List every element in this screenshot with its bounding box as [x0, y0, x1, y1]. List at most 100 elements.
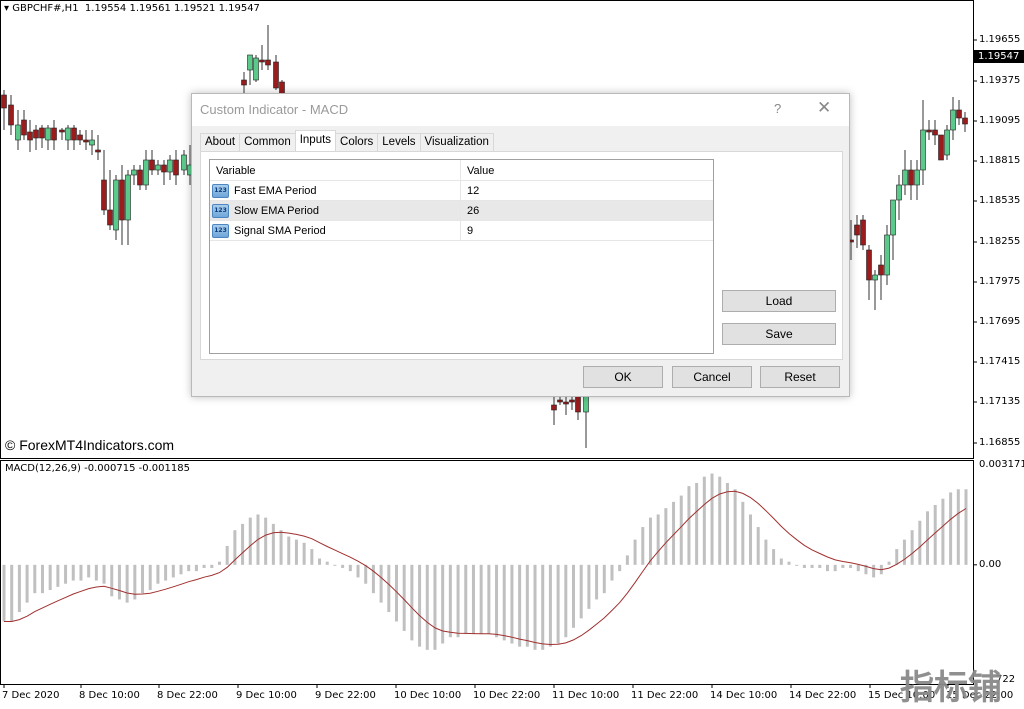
macd-histogram-bar	[610, 564, 614, 581]
macd-histogram-bar	[733, 489, 737, 565]
symbol-label: GBPCHF#,H1	[12, 3, 79, 14]
macd-histogram-bar	[833, 564, 837, 572]
tab-about[interactable]: About	[200, 133, 241, 151]
variable-value[interactable]: 12	[461, 181, 485, 200]
price-tick: 1.19095	[979, 115, 1021, 126]
bear-candle	[107, 209, 113, 226]
bear-candle	[83, 139, 89, 143]
reset-button[interactable]: Reset	[760, 366, 840, 388]
macd-histogram-bar	[287, 536, 291, 565]
macd-histogram-bar	[87, 564, 91, 578]
bear-candle	[241, 79, 247, 86]
macd-histogram-bar	[695, 482, 699, 565]
tab-colors[interactable]: Colors	[335, 133, 379, 151]
bull-candle	[253, 57, 259, 81]
cancel-button[interactable]: Cancel	[672, 366, 752, 388]
macd-histogram-bar	[79, 564, 83, 581]
bear-candle	[956, 109, 962, 119]
ok-button[interactable]: OK	[583, 366, 663, 388]
macd-histogram-bar	[341, 564, 345, 568]
ohlc-open: 1.19554	[84, 3, 127, 14]
help-icon[interactable]: ?	[774, 101, 781, 116]
tab-common[interactable]: Common	[239, 133, 296, 151]
macd-histogram-bar	[387, 564, 391, 613]
ohlc-close: 1.19547	[218, 3, 260, 14]
bull-candle	[143, 159, 149, 186]
dropdown-triangle-icon[interactable]: ▾	[4, 3, 9, 14]
price-tick: 1.19655	[979, 34, 1021, 45]
macd-histogram-bar	[648, 517, 652, 565]
macd-histogram-bar	[533, 564, 537, 650]
macd-histogram-bar	[194, 564, 198, 572]
macd-histogram-bar	[895, 549, 899, 565]
macd-histogram-bar	[949, 492, 953, 565]
macd-histogram-bar	[471, 564, 475, 635]
table-row[interactable]: 123 Signal SMA Period 9	[210, 221, 713, 241]
bear-candle	[137, 169, 143, 186]
macd-histogram-bar	[587, 564, 591, 609]
macd-histogram-bar	[164, 564, 168, 581]
macd-histogram-bar	[302, 542, 306, 565]
macd-histogram-bar	[779, 558, 783, 565]
macd-histogram-bar	[641, 527, 645, 565]
macd-histogram-bar	[187, 564, 191, 572]
macd-histogram-bar	[356, 564, 360, 578]
table-row[interactable]: 123 Fast EMA Period 12	[210, 181, 713, 201]
price-tick: 1.17695	[979, 316, 1021, 327]
bull-candle	[89, 139, 95, 146]
macd-histogram-bar	[956, 489, 960, 565]
macd-histogram-bar	[510, 564, 514, 644]
macd-histogram-bar	[248, 517, 252, 565]
macd-histogram-bar	[264, 517, 268, 565]
macd-histogram-bar	[495, 564, 499, 638]
tab-inputs[interactable]: Inputs	[294, 130, 337, 151]
macd-subwindow-frame	[0, 460, 974, 685]
price-tick: 1.17415	[979, 356, 1021, 367]
macd-histogram-bar	[410, 564, 414, 641]
integer-icon: 123	[212, 183, 229, 198]
macd-histogram-bar	[71, 564, 75, 581]
macd-histogram-bar	[910, 530, 914, 565]
macd-histogram-bar	[56, 564, 60, 587]
macd-histogram-bar	[625, 555, 629, 565]
macd-histogram-bar	[841, 564, 845, 568]
tab-visualization[interactable]: Visualization	[419, 133, 494, 151]
bear-candle	[860, 219, 866, 246]
macd-histogram-bar	[441, 564, 445, 644]
bull-candle	[65, 127, 71, 141]
bull-candle	[15, 124, 21, 141]
load-button[interactable]: Load	[722, 290, 836, 312]
save-button[interactable]: Save	[722, 323, 836, 345]
macd-histogram-bar	[379, 564, 383, 603]
table-row[interactable]: 123 Slow EMA Period 26	[210, 201, 713, 221]
macd-histogram-bar	[364, 564, 368, 584]
macd-histogram-bar	[48, 564, 52, 591]
dialog-titlebar[interactable]: Custom Indicator - MACD ? ✕	[192, 94, 849, 126]
price-tick: 1.16855	[979, 437, 1021, 448]
macd-histogram-bar	[102, 564, 106, 584]
bear-candle	[21, 119, 27, 136]
tab-levels[interactable]: Levels	[377, 133, 421, 151]
macd-histogram-bar	[217, 561, 221, 565]
macd-histogram-bar	[448, 564, 452, 638]
bull-candle	[950, 109, 956, 131]
bear-candle	[1, 94, 7, 109]
macd-histogram-bar	[818, 564, 822, 568]
bear-candle	[77, 134, 83, 141]
macd-histogram-bar	[464, 564, 468, 635]
macd-histogram-bar	[148, 564, 152, 591]
inputs-grid: Variable Value 123 Fast EMA Period 12 123…	[209, 159, 714, 354]
variable-value[interactable]: 26	[461, 201, 485, 220]
time-tick: 8 Dec 10:00	[79, 690, 140, 701]
header-variable[interactable]: Variable	[210, 160, 461, 180]
macd-histogram-bar	[333, 564, 337, 566]
close-icon[interactable]: ✕	[817, 98, 831, 118]
macd-histogram-bar	[502, 564, 506, 641]
integer-icon: 123	[212, 223, 229, 238]
bull-candle	[914, 169, 920, 186]
variable-value[interactable]: 9	[461, 221, 479, 240]
grid-header: Variable Value	[210, 160, 713, 181]
header-value[interactable]: Value	[461, 160, 500, 180]
ohlc-high: 1.19561	[129, 3, 171, 14]
watermark-logo: 指标铺	[900, 668, 1002, 708]
